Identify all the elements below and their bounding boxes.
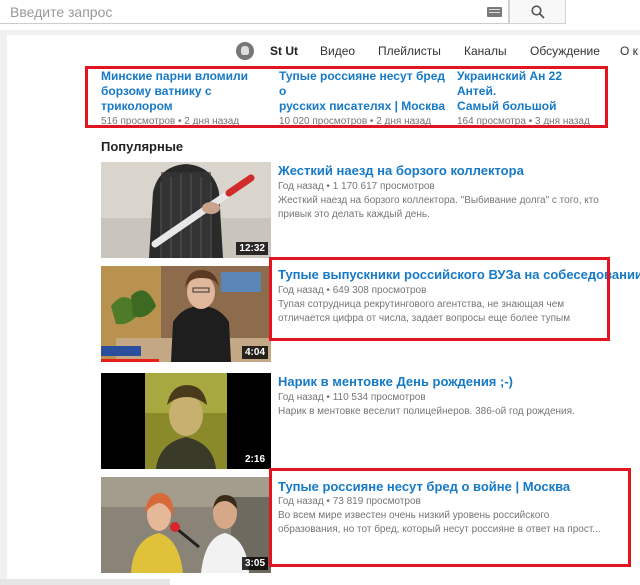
video-thumbnail[interactable]: 2:16 <box>101 373 271 469</box>
video-meta: Год назад • 1 170 617 просмотров <box>278 181 435 192</box>
video-duration: 2:16 <box>241 453 268 466</box>
tab-about[interactable]: О к <box>620 44 638 58</box>
horizontal-scrollbar[interactable] <box>0 579 170 585</box>
video-thumbnail[interactable]: 12:32 <box>101 162 271 258</box>
video-title[interactable]: Жесткий наезд на борзого коллектора <box>278 163 524 178</box>
video-thumbnail[interactable]: 4:04 <box>101 266 271 362</box>
channel-avatar[interactable] <box>236 42 254 60</box>
video-duration: 3:05 <box>241 557 268 570</box>
tab-videos[interactable]: Видео <box>320 44 355 58</box>
video-meta: Год назад • 110 534 просмотров <box>278 392 426 403</box>
video-thumbnail[interactable]: 3:05 <box>101 477 271 573</box>
channel-name[interactable]: St Ut <box>270 44 298 58</box>
search-input[interactable]: Введите запрос <box>0 0 509 24</box>
highlight-box <box>269 468 631 567</box>
tab-playlists[interactable]: Плейлисты <box>378 44 441 58</box>
video-duration: 12:32 <box>236 242 268 255</box>
highlight-box <box>85 66 608 128</box>
video-title[interactable]: Нарик в ментовке День рождения ;-) <box>278 374 513 389</box>
tab-channels[interactable]: Каналы <box>464 44 507 58</box>
video-description: Нарик в ментовке веселит полицейнеров. 3… <box>278 406 575 417</box>
tab-discussion[interactable]: Обсуждение <box>530 44 600 58</box>
masthead: Введите запрос <box>0 0 640 30</box>
search-placeholder: Введите запрос <box>10 4 113 20</box>
section-title: Популярные <box>101 139 184 154</box>
search-button[interactable] <box>509 0 566 24</box>
watch-progress-bar <box>101 359 159 362</box>
video-duration: 4:04 <box>241 346 268 359</box>
video-description: Жесткий наезд на борзого коллектора. "Вы… <box>278 195 599 220</box>
highlight-box <box>269 257 610 341</box>
channel-nav: St Ut Видео Плейлисты Каналы Обсуждение … <box>7 35 640 66</box>
keyboard-icon[interactable] <box>487 7 502 17</box>
search-icon <box>531 5 545 19</box>
